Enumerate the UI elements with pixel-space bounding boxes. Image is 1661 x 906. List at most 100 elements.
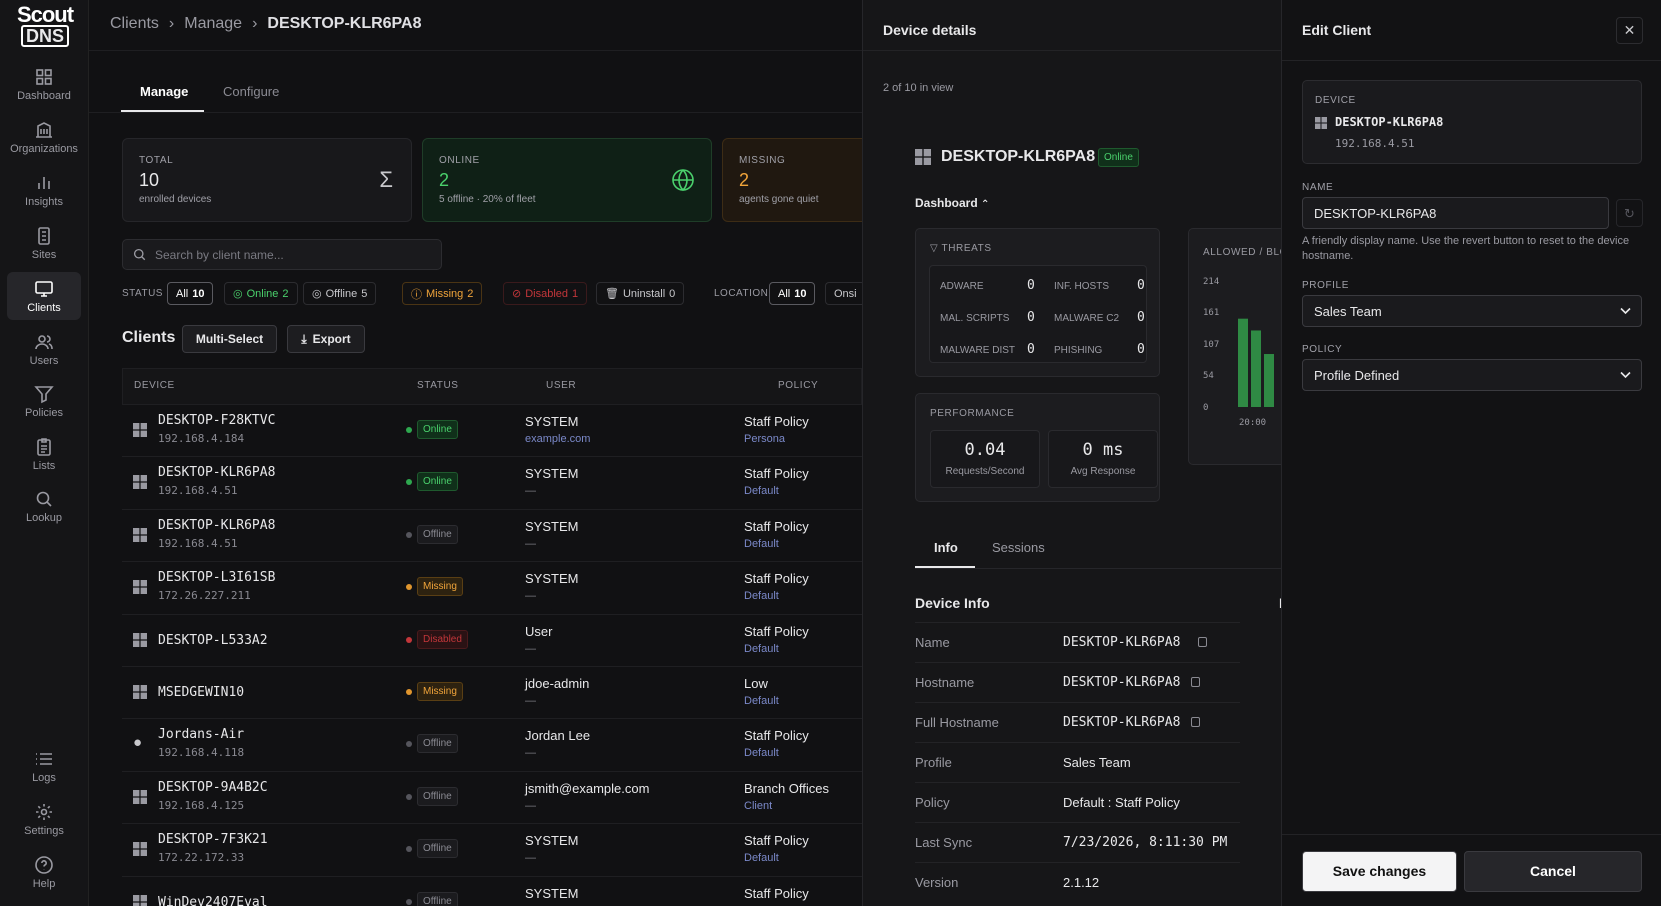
sidebar-item-organizations[interactable]: Organizations [7,113,81,161]
filter-disabled[interactable]: ⊘ Disabled 1 [503,282,588,305]
table-row[interactable]: WinDev2407Eval Offline SYSTEM Staff Policy [122,875,862,906]
sidebar-item-settings[interactable]: Settings [7,795,81,843]
tab-sessions[interactable]: Sessions [992,540,1045,555]
name-label: NAME [1302,182,1334,193]
table-row[interactable]: DESKTOP-L3I61SB 172.26.227.211 Missing SYST… [122,561,862,613]
status-dot [406,531,412,538]
sidebar-item-sites[interactable]: Sites [7,219,81,267]
filter-uninstall[interactable]: 🗑 Uninstall 0 [596,282,685,305]
bar-chart-icon [38,176,50,189]
status-dot [406,689,412,695]
copy-icon[interactable] [1191,677,1200,687]
profile-select[interactable]: Sales Team [1302,295,1642,327]
policy-name: Branch Offices [744,780,830,796]
policy-source[interactable]: Persona [744,433,785,445]
details-count: 2 of 10 in view [883,82,954,94]
threat-label: MALWARE DIST [940,345,1016,356]
table-row[interactable]: ● Jordans-Air 192.168.4.118 Offline Jordan L… [122,718,862,770]
sidebar-item-lists[interactable]: Lists [7,430,81,478]
sidebar-item-users[interactable]: Users [7,325,81,373]
name-field[interactable]: DESKTOP-KLR6PA8 [1302,197,1609,229]
chart-bar[interactable] [1264,354,1274,407]
chip-label: Offline [325,287,358,300]
column-header-user[interactable]: USER [546,380,576,391]
chip-label: All [176,287,189,300]
sidebar-item-label: Clients [27,301,61,314]
export-button[interactable]: ⤓ Export [287,325,365,353]
status-badge: Offline [417,524,458,544]
policy-source[interactable]: Default [744,538,779,550]
allowed-blocked-chart: 0 54 107 161 214 20:00 [1203,277,1274,428]
sidebar-item-logs[interactable]: Logs [7,742,81,790]
sidebar-item-label: Lists [32,459,56,472]
chart-bar[interactable] [1238,318,1248,407]
policy-source[interactable]: Default [744,852,779,864]
policy-source[interactable]: Default [744,695,779,707]
clients-title: Clients [122,329,176,346]
stat-card-total[interactable]: TOTAL 10 enrolled devices Σ [122,138,412,222]
device-ip: 192.168.4.51 [158,536,238,550]
column-header-status[interactable]: STATUS [417,380,459,391]
stat-card-missing[interactable]: MISSING 2 agents gone quiet [722,138,862,222]
revert-button[interactable]: ↻ [1616,199,1643,227]
policy-select[interactable]: Profile Defined [1302,359,1642,391]
policy-name: Staff Policy [744,518,809,534]
stat-sub: enrolled devices [139,194,212,205]
breadcrumb: Clients › Manage › DESKTOP-KLR6PA8 [110,15,422,33]
stat-sub: agents gone quiet [739,194,819,205]
stat-card-online[interactable]: ONLINE 2 5 offline · 20% of fleet [422,138,712,222]
tab-manage[interactable]: Manage [140,84,188,99]
sidebar-item-clients[interactable]: Clients [7,272,81,320]
x-tick-label: 20:00 [1239,418,1266,428]
dashboard-toggle[interactable]: Dashboard ⌃ [915,196,989,210]
filter-offline[interactable]: ◎ Offline 5 [303,282,377,305]
table-row[interactable]: DESKTOP-7F3K21 172.22.172.33 Offline SYSTEM… [122,823,862,875]
copy-icon[interactable] [1198,637,1207,647]
copy-icon[interactable] [1191,717,1200,727]
policy-source[interactable]: Default [744,643,779,655]
column-header-device[interactable]: DEVICE [134,380,175,391]
cancel-button[interactable]: Cancel [1464,851,1642,892]
sidebar-item-insights[interactable]: Insights [7,166,81,214]
table-row[interactable]: MSEDGEWIN10 Missing jdoe-admin — Low Default [122,666,862,718]
policy-source[interactable]: Default [744,747,779,759]
filter-all[interactable]: All 10 [167,282,214,305]
policy-source[interactable]: Default [744,590,779,602]
location-filter-onsite[interactable]: Onsi [825,282,862,305]
breadcrumb-manage[interactable]: Manage [184,15,242,33]
save-button[interactable]: Save changes [1302,851,1457,892]
table-row[interactable]: DESKTOP-KLR6PA8 192.168.4.51 Online SYSTEM —… [122,456,862,508]
sidebar-item-help[interactable]: Help [7,848,81,896]
stat-label: TOTAL [139,155,174,166]
multi-select-button[interactable]: Multi-Select [182,325,277,353]
sidebar-item-policies[interactable]: Policies [7,377,81,425]
search-input[interactable]: Search by client name... [122,239,442,270]
table-row[interactable]: DESKTOP-F28KTVC 192.168.4.184 Online SYSTEM… [122,404,862,456]
status-badge: Online [1098,148,1139,167]
windows-icon [915,149,931,165]
table-row[interactable]: DESKTOP-KLR6PA8 192.168.4.51 Offline SYSTEM… [122,508,862,561]
scout-dns-logo[interactable]: Scout DNS [16,4,74,47]
table-row[interactable]: DESKTOP-9A4B2C 192.168.4.125 Offline jsmith… [122,770,862,823]
breadcrumb-clients[interactable]: Clients [110,15,159,33]
sidebar-item-label: Policies [25,406,63,419]
policy-label: POLICY [1302,344,1343,355]
table-row[interactable]: DESKTOP-L533A2 Disabled User — Staff Policy D… [122,613,862,666]
info-value: Default : Staff Policy [1063,795,1180,810]
chip-count: 0 [669,287,676,300]
column-header-policy[interactable]: POLICY [778,380,818,391]
tab-info[interactable]: Info [934,540,958,555]
filter-missing[interactable]: ⓘ Missing 2 [402,282,483,305]
tab-configure[interactable]: Configure [223,84,279,99]
policy-source[interactable]: Default [744,485,779,497]
device-name: DESKTOP-L3I61SB [158,570,276,586]
location-filter-all[interactable]: All 10 [769,282,816,305]
close-button[interactable]: ✕ [1616,17,1643,44]
stat-value: 2 [739,170,750,190]
info-value: DESKTOP-KLR6PA8 [1063,635,1181,650]
policy-source[interactable]: Client [744,800,772,812]
filter-online[interactable]: ◎ Online 2 [224,282,298,305]
sidebar-item-lookup[interactable]: Lookup [7,482,81,530]
sidebar-item-dashboard[interactable]: Dashboard [7,60,81,108]
chart-bar[interactable] [1251,330,1261,407]
